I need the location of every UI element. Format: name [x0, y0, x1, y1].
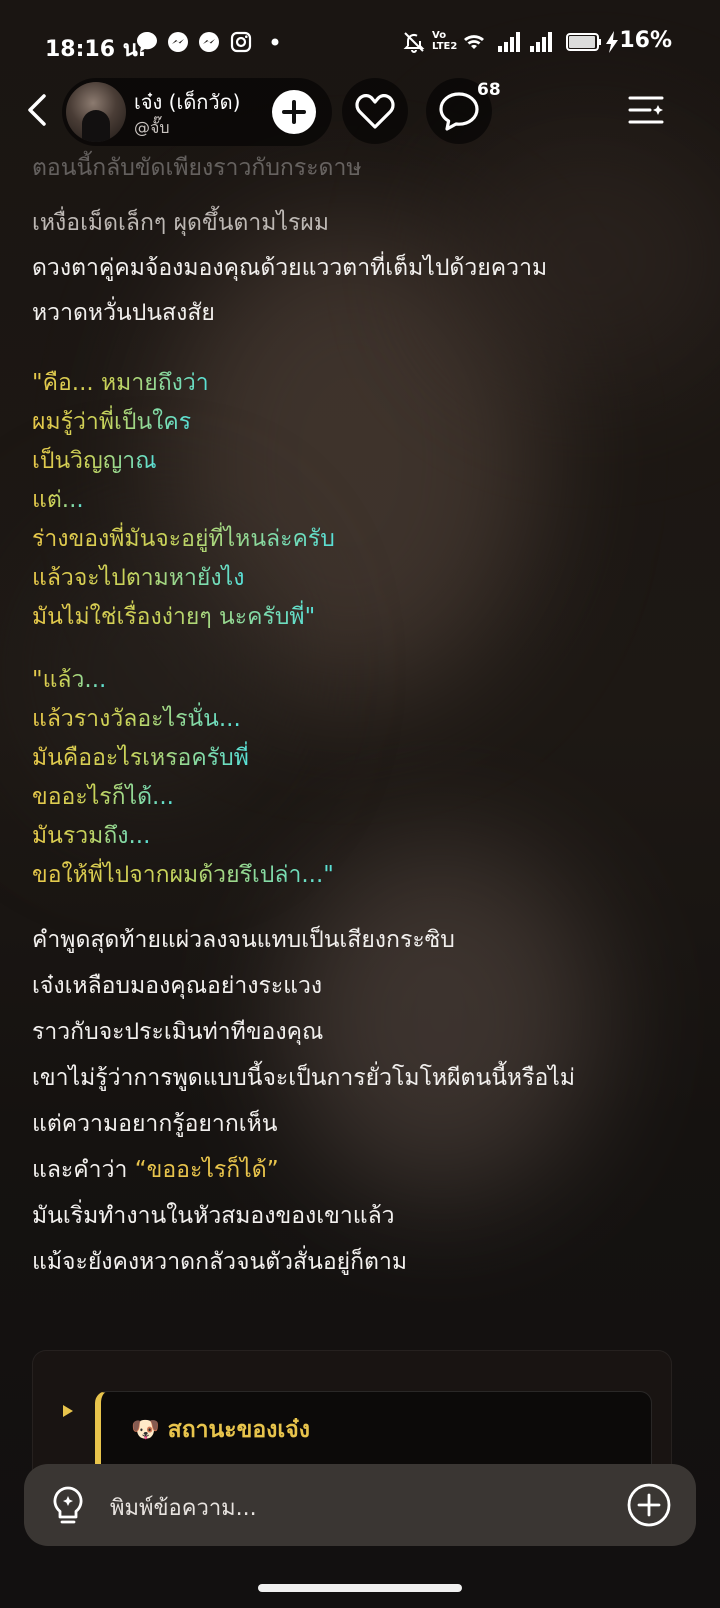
story-text: แล้วรางวัลอะไรนั่น...: [32, 706, 241, 732]
add-icon[interactable]: [626, 1482, 672, 1528]
story-line: มันรวมถึง...: [32, 818, 150, 854]
lightbulb-icon[interactable]: [48, 1484, 88, 1528]
story-text: แต่ความอยากรู้อยากเห็น: [32, 1111, 278, 1137]
expand-arrow-icon[interactable]: [63, 1405, 73, 1417]
messenger-icon: [199, 32, 219, 52]
story-text: เจ๋งเหลือบมองคุณอย่างระแวง: [32, 973, 323, 999]
story-text: มันเริ่มทำงานในหัวสมองของเขาแล้ว: [32, 1203, 395, 1229]
status-bar: 18:16 น. Vo LTE2 16%: [0, 0, 720, 84]
story-text: แม้จะยังคงหวาดกลัวจนตัวสั่นอยู่ก็ตาม: [32, 1249, 408, 1275]
story-line: หวาดหวั่นปนสงสัย: [32, 295, 215, 331]
story-line: ขอให้พี่ไปจากผมด้วยรึเปล่า...": [32, 857, 334, 893]
story-text: "คือ... หมายถึงว่า: [32, 370, 209, 396]
chat-icon: [137, 32, 157, 52]
signal-icon: [498, 32, 520, 52]
story-line: มันคืออะไรเหรอครับพี่: [32, 740, 249, 776]
character-handle: @จั๊บ: [134, 118, 170, 137]
story-text: ร่างของพี่มันจะอยู่ที่ไหนล่ะครับ: [32, 526, 335, 552]
follow-button[interactable]: [272, 90, 316, 134]
story-line: แม้จะยังคงหวาดกลัวจนตัวสั่นอยู่ก็ตาม: [32, 1244, 407, 1280]
chat-header: เจ๋ง (เด็กวัด) @จั๊บ 68: [0, 74, 720, 152]
story-text: และคำว่า: [32, 1157, 135, 1183]
status-time: 18:16 น.: [45, 37, 147, 62]
story-line: ดวงตาคู่คมจ้องมองคุณด้วยแววตาที่เต็มไปด้…: [32, 250, 547, 286]
story-text: ราวกับจะประเมินท่าทีของคุณ: [32, 1019, 324, 1045]
wifi-icon: [464, 35, 484, 49]
story-line: ตอนนี้กลับขัดเพียงราวกับกระดาษ: [32, 150, 362, 186]
story-line: ขออะไรก็ได้...: [32, 779, 174, 815]
story-line: และคำว่า “ขออะไรก็ได้”: [32, 1152, 279, 1188]
status-card-title: 🐶 สถานะของเจ๋ง: [131, 1412, 310, 1448]
plus-icon: [282, 100, 306, 124]
story-line: เป็นวิญญาณ: [32, 443, 157, 479]
back-icon[interactable]: [16, 88, 60, 132]
story-text: เป็นวิญญาณ: [32, 448, 157, 474]
story-line: มันเริ่มทำงานในหัวสมองของเขาแล้ว: [32, 1198, 395, 1234]
story-highlight: “ขออะไรก็ได้”: [134, 1157, 279, 1183]
story-text: มันคืออะไรเหรอครับพี่: [32, 745, 249, 771]
battery-icon: [566, 33, 601, 51]
message-input[interactable]: พิมพ์ข้อความ...: [110, 1490, 257, 1525]
status-card-label: สถานะของเจ๋ง: [167, 1417, 310, 1443]
story-line: "แล้ว...: [32, 662, 106, 698]
message-input-bar: พิมพ์ข้อความ...: [24, 1464, 696, 1546]
instagram-icon: [230, 31, 252, 53]
mute-icon: [403, 32, 425, 53]
network-label: Vo LTE2: [432, 30, 458, 52]
story-line: แล้วจะไปตามหายังไง: [32, 560, 244, 596]
story-text: แต่...: [32, 487, 84, 513]
battery-percent: 16%: [619, 28, 672, 53]
story-line: มันไม่ใช่เรื่องง่ายๆ นะครับพี่": [32, 599, 315, 635]
story-text: ขอให้พี่ไปจากผมด้วยรึเปล่า...": [32, 862, 334, 888]
story-text: ผมรู้ว่าพี่เป็นใคร: [32, 409, 192, 435]
story-line: เหงื่อเม็ดเล็กๆ ผุดขึ้นตามไรผม: [32, 205, 329, 241]
story-text: เหงื่อเม็ดเล็กๆ ผุดขึ้นตามไรผม: [32, 210, 330, 236]
story-line: ผมรู้ว่าพี่เป็นใคร: [32, 404, 191, 440]
dot-icon: [271, 38, 279, 46]
story-text: มันไม่ใช่เรื่องง่ายๆ นะครับพี่": [32, 604, 316, 630]
comment-count: 68: [477, 80, 501, 100]
heart-icon: [355, 94, 395, 129]
story-text: ดวงตาคู่คมจ้องมองคุณด้วยแววตาที่เต็มไปด้…: [32, 255, 548, 281]
story-line: แต่...: [32, 482, 84, 518]
story-text: คำพูดสุดท้ายแผ่วลงจนแทบเป็นเสียงกระซิบ: [32, 927, 455, 953]
story-text: เขาไม่รู้ว่าการพูดแบบนี้จะเป็นการยั่วโมโ…: [32, 1065, 575, 1091]
story-text: "แล้ว...: [32, 667, 107, 693]
story-line: "คือ... หมายถึงว่า: [32, 365, 209, 401]
story-line: เขาไม่รู้ว่าการพูดแบบนี้จะเป็นการยั่วโมโ…: [32, 1060, 575, 1096]
story-line: แล้วรางวัลอะไรนั่น...: [32, 701, 241, 737]
signal-icon: [530, 32, 552, 52]
like-button[interactable]: [342, 78, 408, 144]
menu-icon[interactable]: [624, 88, 668, 132]
story-line: แต่ความอยากรู้อยากเห็น: [32, 1106, 278, 1142]
story-text: ตอนนี้กลับขัดเพียงราวกับกระดาษ: [32, 155, 362, 181]
story-line: เจ๋งเหลือบมองคุณอย่างระแวง: [32, 968, 322, 1004]
character-name: เจ๋ง (เด็กวัด): [134, 90, 241, 114]
story-text: มันรวมถึง...: [32, 823, 151, 849]
charging-icon: [606, 31, 618, 53]
avatar[interactable]: [66, 82, 126, 142]
character-profile[interactable]: เจ๋ง (เด็กวัด) @จั๊บ: [62, 78, 332, 146]
story-text: แล้วจะไปตามหายังไง: [32, 565, 245, 591]
story-line: ร่างของพี่มันจะอยู่ที่ไหนล่ะครับ: [32, 521, 335, 557]
story-line: ราวกับจะประเมินท่าทีของคุณ: [32, 1014, 323, 1050]
story-text: ขออะไรก็ได้...: [32, 784, 174, 810]
dog-emoji-icon: 🐶: [131, 1417, 160, 1443]
story-line: คำพูดสุดท้ายแผ่วลงจนแทบเป็นเสียงกระซิบ: [32, 922, 455, 958]
story-text: หวาดหวั่นปนสงสัย: [32, 300, 215, 326]
home-indicator[interactable]: [258, 1584, 462, 1592]
messenger-icon: [168, 32, 188, 52]
